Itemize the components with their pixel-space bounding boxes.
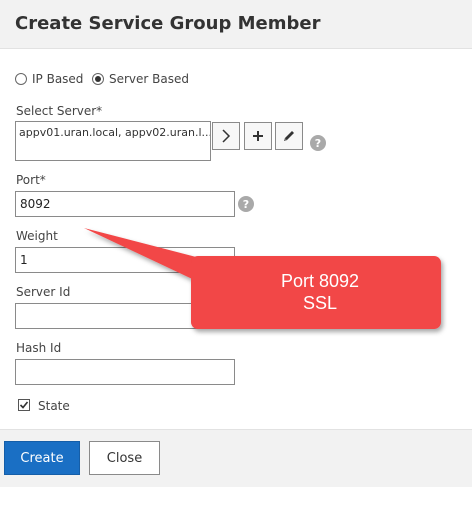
weight-input[interactable]: 1 [15, 247, 235, 273]
port-input[interactable]: 8092 [15, 191, 235, 217]
edit-server-button[interactable] [275, 122, 303, 150]
radio-server-based-label: Server Based [109, 72, 190, 86]
close-button[interactable]: Close [89, 441, 160, 475]
server-id-label: Server Id [16, 285, 71, 299]
add-server-button[interactable] [244, 122, 272, 150]
radio-server-based-indicator[interactable] [92, 73, 104, 85]
chevron-right-icon [222, 129, 231, 143]
callout-text: Port 8092 SSL [205, 270, 435, 314]
plus-icon [253, 131, 263, 141]
state-label: State [38, 399, 70, 413]
create-button[interactable]: Create [4, 441, 80, 475]
hash-id-input[interactable] [15, 359, 235, 385]
help-icon[interactable]: ? [310, 135, 326, 151]
checkmark-icon [19, 401, 29, 409]
select-server-field[interactable]: appv01.uran.local, appv02.uran.l... [15, 121, 211, 161]
radio-ip-based[interactable]: IP Based [15, 72, 83, 86]
hash-id-label: Hash Id [16, 341, 62, 355]
callout-line-1: Port 8092 [280, 271, 360, 291]
pencil-icon [284, 131, 294, 141]
port-label: Port* [16, 173, 46, 187]
radio-server-based[interactable]: Server Based [92, 72, 189, 86]
dialog-title: Create Service Group Member [15, 13, 321, 34]
radio-ip-based-indicator[interactable] [15, 73, 27, 85]
select-server-label: Select Server* [16, 104, 103, 118]
server-id-input[interactable] [15, 303, 235, 329]
dialog-header: Create Service Group Member [0, 0, 472, 49]
help-icon[interactable]: ? [238, 196, 254, 212]
weight-label: Weight [16, 229, 58, 243]
callout-line-2: SSL [302, 293, 338, 313]
select-server-chevron-button[interactable] [212, 122, 240, 150]
state-checkbox[interactable] [18, 399, 30, 411]
radio-ip-based-label: IP Based [32, 72, 84, 86]
